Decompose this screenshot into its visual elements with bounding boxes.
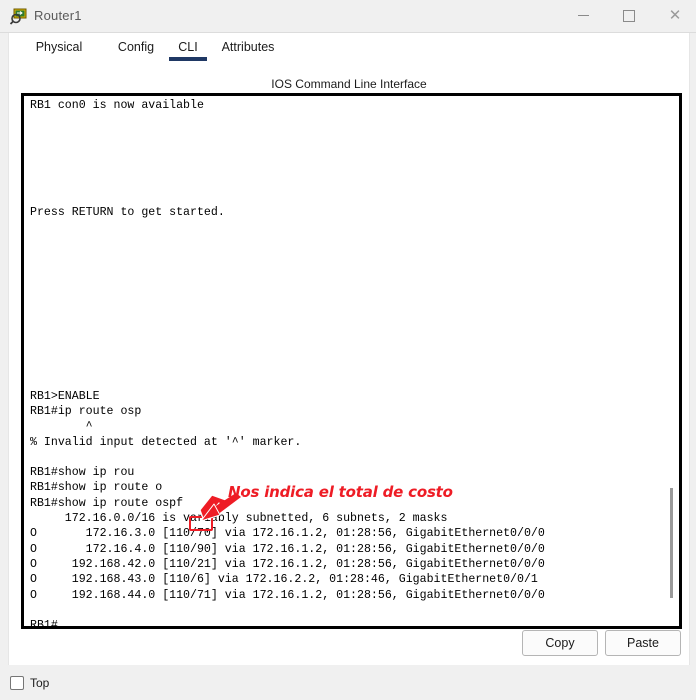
maximize-icon xyxy=(623,9,635,22)
terminal-scrollbar[interactable] xyxy=(665,96,679,626)
paste-button[interactable]: Paste xyxy=(605,630,681,656)
cli-section-header: IOS Command Line Interface xyxy=(271,77,427,91)
paste-button-label: Paste xyxy=(627,636,659,650)
content-panel: Physical Config CLI Attributes IOS Comma… xyxy=(8,33,690,666)
tab-bar: Physical Config CLI Attributes xyxy=(9,33,689,65)
copy-button-label: Copy xyxy=(545,636,575,650)
router-cli-window: Router1 ✕ Physical Config CLI Attributes… xyxy=(0,0,696,700)
top-checkbox-label: Top xyxy=(30,676,50,690)
tab-cli-active-underline xyxy=(169,57,207,61)
close-button[interactable]: ✕ xyxy=(652,0,696,31)
minimize-icon xyxy=(577,15,589,16)
top-checkbox-row[interactable]: Top xyxy=(10,676,49,690)
minimize-button[interactable] xyxy=(560,0,606,31)
top-checkbox[interactable] xyxy=(10,676,24,690)
maximize-button[interactable] xyxy=(606,0,652,31)
tab-attributes-label: Attributes xyxy=(221,40,275,54)
terminal-scrollbar-thumb[interactable] xyxy=(670,488,673,598)
annotation-arrow-icon xyxy=(199,494,243,522)
annotation-text: Nos indica el total de costo xyxy=(227,482,455,503)
tab-physical[interactable]: Physical xyxy=(21,37,97,63)
footer-bar: Top xyxy=(0,665,696,700)
tab-cli-label: CLI xyxy=(178,40,198,54)
tab-attributes[interactable]: Attributes xyxy=(209,37,287,63)
cli-output-text: RB1 con0 is now available Press RETURN t… xyxy=(30,99,545,629)
router-magnifier-icon xyxy=(10,8,27,25)
tab-physical-label: Physical xyxy=(35,40,83,54)
window-title: Router1 xyxy=(34,8,82,23)
close-icon: ✕ xyxy=(668,6,682,24)
tab-config-label: Config xyxy=(117,40,155,54)
cli-terminal[interactable]: RB1 con0 is now available Press RETURN t… xyxy=(21,93,682,629)
title-bar: Router1 ✕ xyxy=(0,0,696,33)
tab-cli[interactable]: CLI xyxy=(167,37,209,63)
tab-config[interactable]: Config xyxy=(105,37,167,63)
copy-button[interactable]: Copy xyxy=(522,630,598,656)
